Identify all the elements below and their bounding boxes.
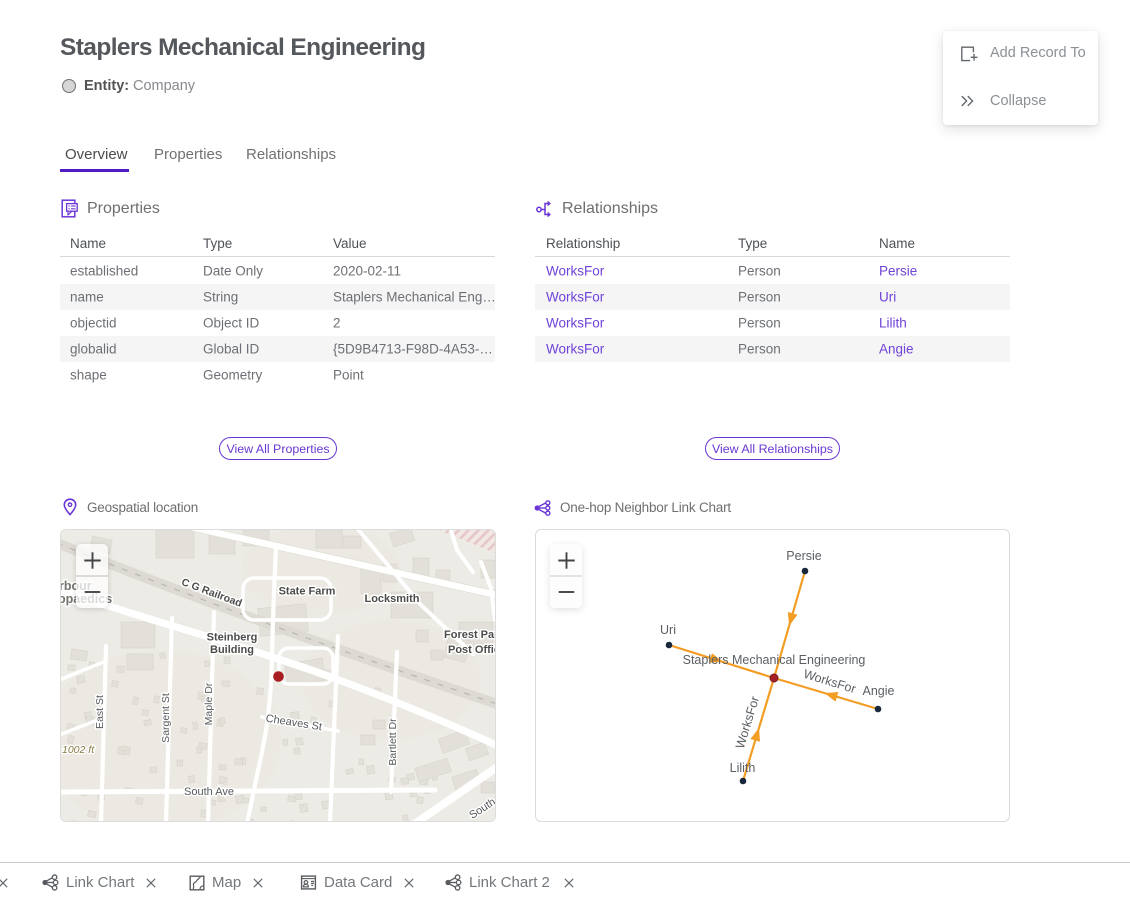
svg-text:Forest Par: Forest Par bbox=[444, 629, 496, 641]
svg-text:WorksFor: WorksFor bbox=[733, 695, 762, 751]
svg-text:WorksFor: WorksFor bbox=[802, 667, 858, 696]
svg-text:South Ave: South Ave bbox=[184, 786, 234, 798]
svg-text:Locksmith: Locksmith bbox=[364, 593, 419, 605]
svg-text:Bartlett Dr: Bartlett Dr bbox=[387, 718, 399, 766]
svg-text:Steinberg: Steinberg bbox=[207, 632, 258, 644]
svg-text:Sargent St: Sargent St bbox=[160, 693, 172, 743]
svg-text:East St: East St bbox=[94, 695, 106, 729]
svg-text:Persie: Persie bbox=[786, 549, 821, 563]
svg-text:Angie: Angie bbox=[863, 684, 895, 698]
svg-text:Building: Building bbox=[210, 644, 254, 656]
svg-text:State Farm: State Farm bbox=[279, 586, 336, 598]
svg-text:Lilith: Lilith bbox=[730, 761, 756, 775]
svg-text:Maple Dr: Maple Dr bbox=[203, 682, 215, 725]
svg-text:Staplers Mechanical Engineerin: Staplers Mechanical Engineering bbox=[683, 653, 866, 667]
svg-text:1002 ft: 1002 ft bbox=[62, 744, 95, 756]
svg-text:Post Offic: Post Offic bbox=[448, 644, 496, 656]
svg-text:Uri: Uri bbox=[660, 623, 676, 637]
